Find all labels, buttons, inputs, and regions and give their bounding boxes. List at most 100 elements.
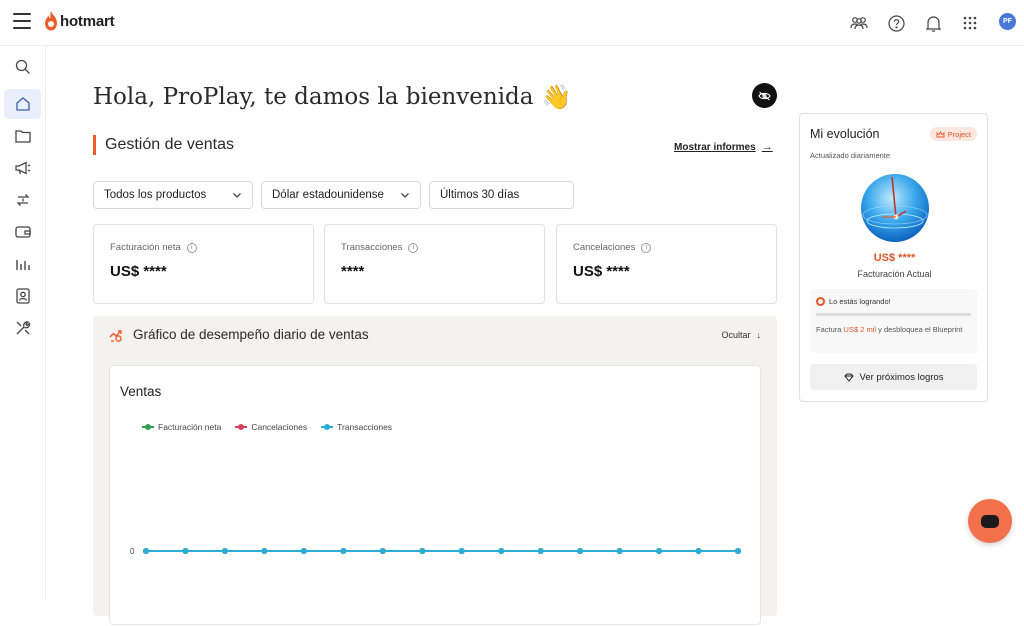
sidebar-item-search[interactable]	[4, 52, 41, 82]
data-point[interactable]	[656, 548, 663, 554]
page-title: Hola, ProPlay, te damos la bienvenida 👋	[93, 83, 571, 111]
chat-button[interactable]	[968, 499, 1012, 543]
help-icon[interactable]	[885, 12, 907, 34]
sidebar-item-home[interactable]	[4, 89, 41, 119]
section-title: Gestión de ventas	[93, 135, 234, 155]
data-point[interactable]	[458, 548, 465, 554]
milestone-progress-header: Lo estás logrando!	[816, 297, 971, 306]
kpi-value: US$ ****	[110, 263, 167, 280]
folder-icon	[14, 130, 31, 143]
currency-filter-value: Dólar estadounidense	[272, 189, 384, 201]
data-point[interactable]	[695, 548, 702, 554]
milestone-desc-suffix: y desbloquea el Blueprint	[878, 325, 963, 334]
hotmart-logo[interactable]: hotmart	[44, 11, 115, 31]
project-badge-label: Project	[947, 129, 971, 139]
data-point[interactable]	[735, 548, 741, 554]
data-point[interactable]	[261, 548, 268, 554]
data-point[interactable]	[577, 548, 584, 554]
sales-chart-card: Ventas Facturación neta Cancelaciones Tran…	[109, 365, 761, 625]
sidebar-item-tools[interactable]	[4, 313, 41, 343]
bar-chart-icon	[15, 260, 30, 270]
bell-icon[interactable]	[922, 12, 944, 34]
next-achievements-button[interactable]: Ver próximos logros	[810, 364, 977, 390]
menu-icon[interactable]	[13, 13, 31, 29]
sidebar-item-sales[interactable]	[4, 185, 41, 215]
sidebar-item-analytics[interactable]	[4, 249, 41, 279]
kpi-label-text: Cancelaciones	[573, 242, 636, 253]
hide-values-button[interactable]	[752, 83, 777, 108]
evolution-panel: Mi evolución Project Actualizado diariam…	[799, 113, 988, 402]
show-reports-link[interactable]: Mostrar informes →	[674, 141, 773, 153]
chevron-down-icon	[233, 193, 241, 198]
show-reports-label: Mostrar informes	[674, 141, 756, 153]
sidebar-item-wallet[interactable]	[4, 217, 41, 247]
tools-icon	[16, 321, 30, 335]
diamond-icon	[843, 373, 854, 382]
hide-chart-button[interactable]: Ocultar ↓	[721, 330, 761, 340]
main-content: Hola, ProPlay, te damos la bienvenida 👋 …	[47, 46, 1024, 625]
product-filter[interactable]: Todos los productos	[93, 181, 253, 209]
kpi-label-text: Facturación neta	[110, 242, 181, 253]
target-icon	[816, 297, 825, 306]
greeting-text: Hola, ProPlay, te damos la bienvenida	[93, 84, 534, 110]
milestone-desc-amount: US$ 2 mil	[843, 325, 877, 334]
sales-line-chart: 0	[130, 547, 741, 556]
sidebar-item-contacts[interactable]	[4, 281, 41, 311]
avatar[interactable]: PF	[999, 13, 1016, 30]
kpi-card-cancellations: Cancelaciones i US$ ****	[556, 224, 777, 304]
kpi-card-net-revenue: Facturación neta i US$ ****	[93, 224, 314, 304]
data-point[interactable]	[616, 548, 623, 554]
data-point[interactable]	[340, 548, 347, 554]
megaphone-icon	[14, 161, 30, 175]
search-icon	[15, 59, 30, 74]
top-bar: hotmart PF	[0, 0, 1024, 46]
flame-icon	[45, 11, 57, 31]
kpi-label: Cancelaciones i	[573, 242, 760, 253]
milestone-progress-title: Lo estás logrando!	[829, 297, 891, 306]
arrow-right-icon: →	[761, 141, 773, 153]
y-tick-label: 0	[130, 547, 135, 556]
wave-emoji: 👋	[541, 83, 572, 111]
users-icon[interactable]	[848, 12, 870, 34]
arrow-down-icon: ↓	[756, 330, 762, 340]
wallet-icon	[14, 226, 31, 238]
hide-chart-label: Ocultar	[721, 330, 751, 340]
data-point[interactable]	[221, 548, 228, 554]
progress-bar	[816, 313, 971, 316]
kpi-label: Transacciones i	[341, 242, 528, 253]
info-icon[interactable]: i	[408, 242, 419, 253]
home-icon	[15, 97, 30, 111]
info-icon[interactable]: i	[641, 242, 652, 253]
data-point[interactable]	[537, 548, 544, 554]
data-point[interactable]	[300, 548, 307, 554]
kpi-label-text: Transacciones	[341, 242, 403, 253]
globe-icon	[861, 174, 929, 242]
apps-grid-icon[interactable]	[959, 12, 981, 34]
kpi-card-transactions: Transacciones i ****	[324, 224, 545, 304]
sidebar	[0, 46, 46, 600]
data-point[interactable]	[182, 548, 189, 554]
sidebar-item-marketing[interactable]	[4, 153, 41, 183]
chevron-down-icon	[401, 193, 409, 198]
currency-filter[interactable]: Dólar estadounidense	[261, 181, 421, 209]
product-filter-value: Todos los productos	[104, 189, 207, 201]
evolution-subtitle: Actualizado diariamente	[810, 151, 891, 160]
chart-section-title: Gráfico de desempeño diario de ventas	[133, 327, 369, 342]
data-point[interactable]	[143, 548, 149, 554]
milestone-desc-prefix: Factura	[816, 325, 842, 334]
milestone-progress-card: Lo estás logrando! Factura US$ 2 mil y d…	[810, 289, 977, 353]
transfer-icon	[15, 194, 30, 206]
period-filter-value: Últimos 30 días	[440, 189, 520, 201]
data-point[interactable]	[498, 548, 505, 554]
kpi-value: ****	[341, 263, 365, 280]
period-filter[interactable]: Últimos 30 días	[429, 181, 574, 209]
performance-chart-icon	[109, 330, 122, 342]
milestone-description: Factura US$ 2 mil y desbloquea el Bluepr…	[816, 324, 971, 335]
contact-card-icon	[15, 288, 30, 304]
data-point[interactable]	[379, 548, 386, 554]
info-icon[interactable]: i	[186, 242, 197, 253]
data-point[interactable]	[419, 548, 426, 554]
project-badge: Project	[929, 127, 977, 141]
sidebar-item-products[interactable]	[4, 121, 41, 151]
chat-icon	[981, 514, 999, 528]
